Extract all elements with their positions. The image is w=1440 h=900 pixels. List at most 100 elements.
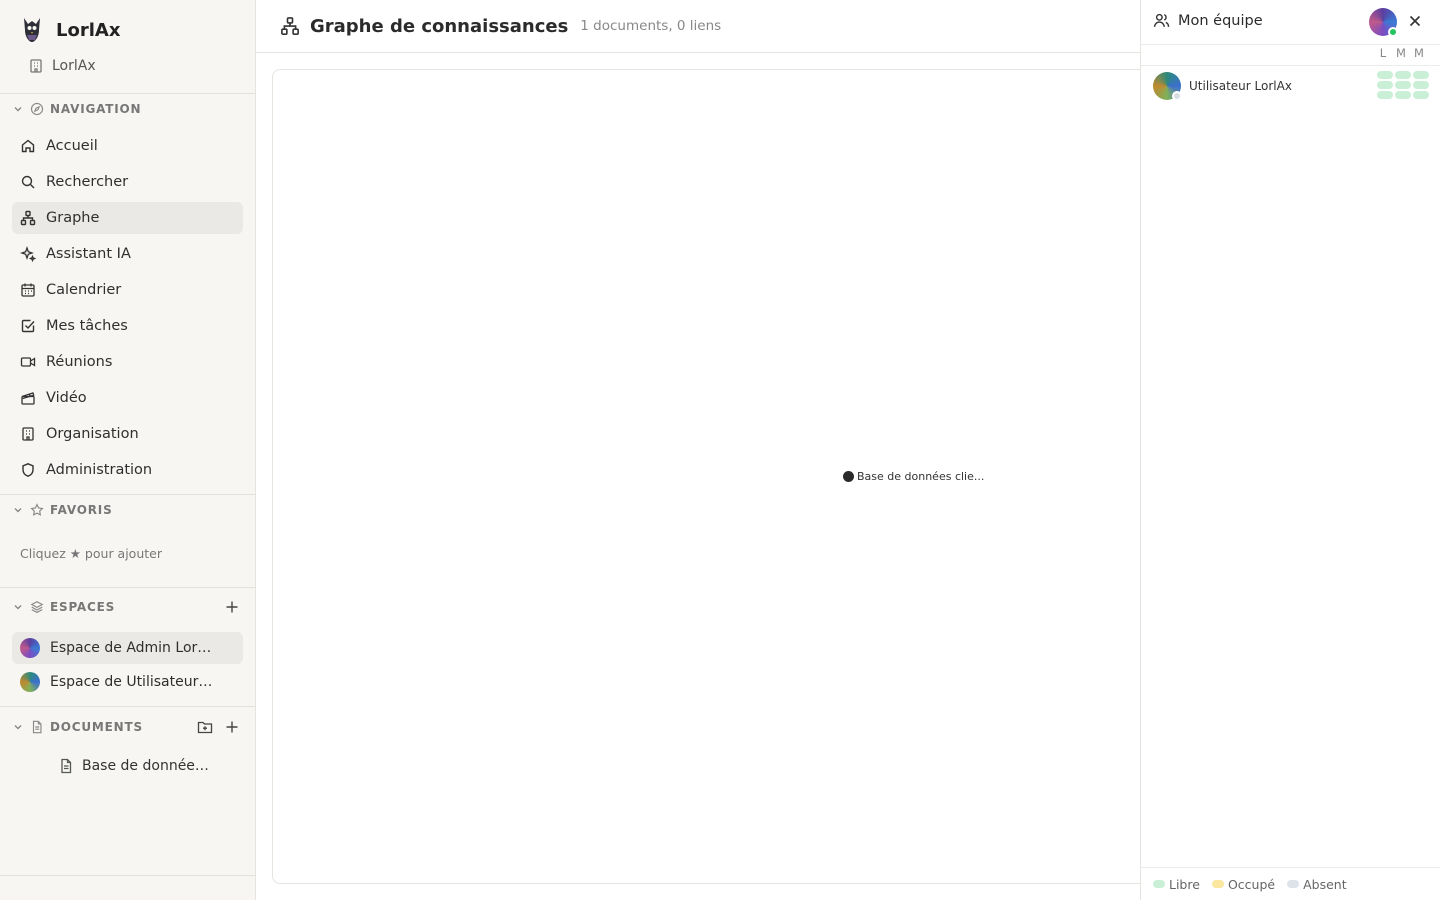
document-label: Base de données clients <box>82 758 210 774</box>
team-panel: Mon équipe L M M Utilisateur LorlAx Libr… <box>1140 0 1440 900</box>
nav-item-assistant-ia[interactable]: Assistant IA <box>12 238 243 270</box>
building-icon <box>22 427 34 441</box>
section-label: ESPACES <box>50 600 116 614</box>
status-dot <box>1172 91 1182 101</box>
legend-item-absent: Absent <box>1287 877 1347 892</box>
availability-slot <box>1377 91 1393 99</box>
section-label: NAVIGATION <box>50 102 142 116</box>
new-folder-icon[interactable] <box>197 719 213 735</box>
legend-item-libre: Libre <box>1153 877 1200 892</box>
availability-slot <box>1413 71 1429 79</box>
clapperboard-icon <box>21 392 35 405</box>
avatar <box>1153 72 1182 101</box>
users-icon <box>1153 13 1170 27</box>
org-switcher[interactable]: LorlAx <box>28 58 96 74</box>
availability-slot <box>1377 81 1393 89</box>
divider <box>1141 65 1440 66</box>
nav-label: Accueil <box>46 138 98 154</box>
weekday-label: M <box>1414 46 1424 60</box>
availability-slot <box>1395 91 1411 99</box>
plus-icon[interactable] <box>225 720 239 734</box>
section-espaces-header[interactable]: ESPACES <box>12 600 115 614</box>
section-label: FAVORIS <box>50 503 113 517</box>
star-icon <box>30 503 44 516</box>
team-panel-header: Mon équipe <box>1153 12 1263 29</box>
divider <box>0 494 255 495</box>
space-label: Espace de Utilisateur LorlAx <box>50 674 215 690</box>
availability-slot <box>1395 71 1411 79</box>
section-documents-header[interactable]: DOCUMENTS <box>12 720 143 734</box>
nav-item-video[interactable]: Vidéo <box>12 382 243 414</box>
space-label: Espace de Admin LorlAx <box>50 640 215 656</box>
legend-swatch <box>1211 880 1224 888</box>
availability-slot <box>1395 81 1411 89</box>
legend-label: Libre <box>1169 876 1200 892</box>
nav-label: Administration <box>46 462 153 478</box>
team-member-row[interactable]: Utilisateur LorlAx <box>1153 72 1292 101</box>
page-header: Graphe de connaissances 1 documents, 0 l… <box>256 0 1140 53</box>
org-name: LorlAx <box>52 58 96 74</box>
section-label: DOCUMENTS <box>50 720 143 734</box>
nav-item-graphe[interactable]: Graphe <box>12 202 243 234</box>
close-icon[interactable] <box>1407 13 1423 29</box>
availability-slot <box>1377 71 1393 79</box>
section-navigation-header[interactable]: NAVIGATION <box>12 102 141 116</box>
weekday-header: L M M <box>1378 46 1424 60</box>
shield-icon <box>22 463 34 477</box>
availability-grid <box>1377 71 1429 99</box>
section-favoris-header[interactable]: FAVORIS <box>12 503 113 517</box>
home-icon <box>21 139 35 153</box>
online-status-dot <box>1388 27 1398 37</box>
node-dot <box>843 471 854 482</box>
calendar-icon <box>21 283 35 297</box>
nav-item-rechercher[interactable]: Rechercher <box>12 166 243 198</box>
availability-slot <box>1413 81 1429 89</box>
divider <box>0 706 255 707</box>
nav-label: Organisation <box>46 426 139 442</box>
legend-swatch <box>1287 880 1300 888</box>
nav-item-accueil[interactable]: Accueil <box>12 130 243 162</box>
plus-icon[interactable] <box>225 600 239 614</box>
nav-item-organisation[interactable]: Organisation <box>12 418 243 450</box>
space-item-admin[interactable]: Espace de Admin LorlAx <box>12 632 243 664</box>
chevron-down-icon <box>14 107 22 112</box>
chevron-down-icon <box>14 605 22 610</box>
availability-legend: Libre Occupé Absent <box>1141 867 1440 900</box>
space-item-utilisateur[interactable]: Espace de Utilisateur LorlAx <box>12 666 243 698</box>
legend-label: Absent <box>1303 876 1347 892</box>
nav-label: Rechercher <box>46 174 129 190</box>
legend-label: Occupé <box>1227 876 1276 892</box>
chevron-down-icon <box>14 508 22 513</box>
nav-label: Mes tâches <box>46 318 128 334</box>
video-camera-icon <box>20 357 36 367</box>
compass-icon <box>30 102 44 116</box>
app-name: LorlAx <box>56 19 121 41</box>
legend-swatch <box>1153 880 1165 888</box>
sparkles-icon <box>20 246 36 262</box>
graph-canvas[interactable]: Base de données clie... <box>272 69 1152 884</box>
divider <box>1141 44 1440 45</box>
divider <box>0 587 255 588</box>
nav-item-reunions[interactable]: Réunions <box>12 346 243 378</box>
favorites-hint: Cliquez ★ pour ajouter <box>20 546 162 561</box>
legend-item-occupe: Occupé <box>1211 876 1276 892</box>
brand[interactable]: LorlAx <box>20 16 120 44</box>
page-subtitle: 1 documents, 0 liens <box>580 18 722 34</box>
layers-icon <box>30 601 44 614</box>
checkbox-icon <box>21 319 35 333</box>
spaces-actions <box>225 600 239 614</box>
building-icon <box>30 59 42 73</box>
avatar <box>20 638 40 658</box>
nav-label: Vidéo <box>46 390 87 406</box>
document-icon <box>61 758 72 774</box>
nav-label: Graphe <box>46 210 100 226</box>
divider <box>0 875 255 876</box>
nav-item-administration[interactable]: Administration <box>12 454 243 486</box>
weekday-label: M <box>1396 46 1406 60</box>
document-item[interactable]: Base de données clients <box>58 758 210 774</box>
availability-slot <box>1413 91 1429 99</box>
nav-item-calendrier[interactable]: Calendrier <box>12 274 243 306</box>
graph-node[interactable]: Base de données clie... <box>843 470 984 483</box>
nav-label: Calendrier <box>46 282 122 298</box>
nav-item-mes-taches[interactable]: Mes tâches <box>12 310 243 342</box>
